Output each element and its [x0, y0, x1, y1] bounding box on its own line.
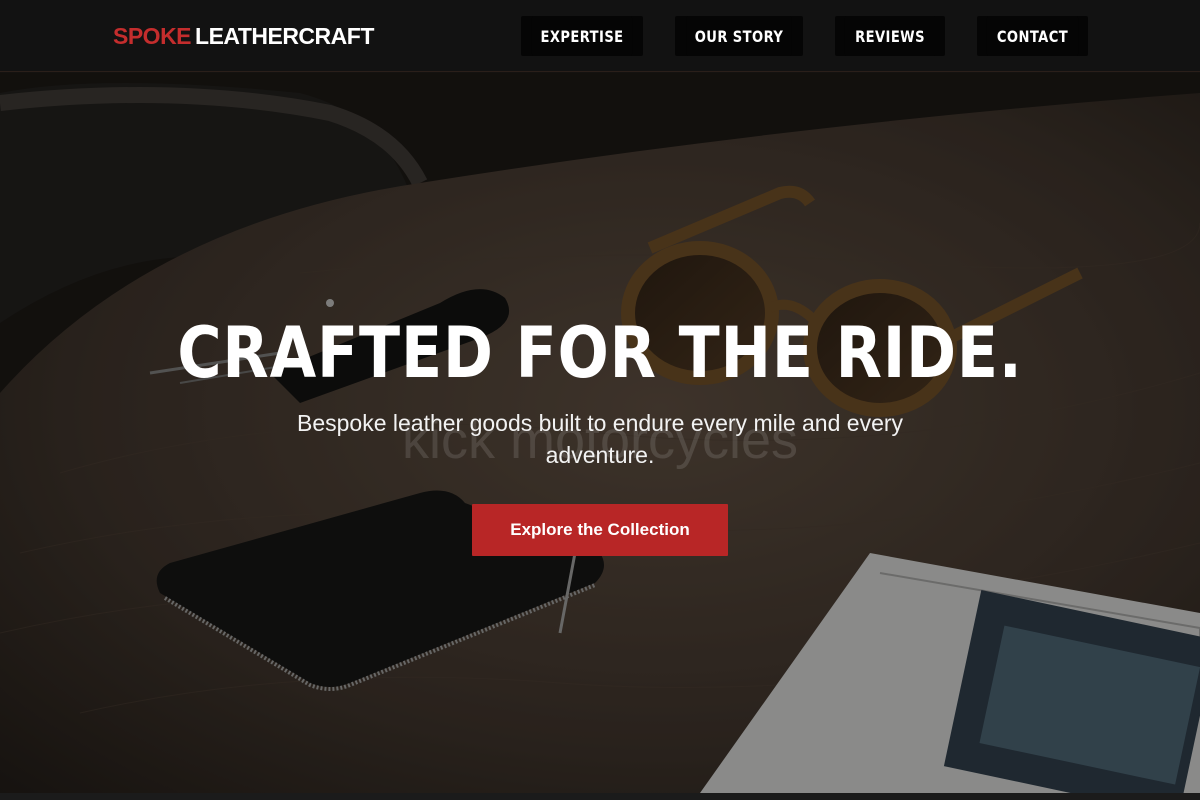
- bottom-edge: [0, 793, 1200, 800]
- nav-expertise[interactable]: EXPERTISE: [521, 16, 643, 56]
- nav-reviews[interactable]: REVIEWS: [835, 16, 945, 56]
- logo-spoke: SPOKE: [113, 23, 192, 49]
- nav-expertise-label: EXPERTISE: [531, 16, 633, 56]
- hero-content: CRAFTED FOR THE RIDE. Bespoke leather go…: [0, 313, 1200, 556]
- site-header: SPOKE LEATHERCRAFT EXPERTISE OUR STORY RE…: [0, 0, 1200, 72]
- nav-reviews-label: REVIEWS: [844, 16, 936, 56]
- hero-subtitle: Bespoke leather goods built to endure ev…: [296, 410, 904, 468]
- nav-our-story-label: OUR STORY: [686, 16, 792, 56]
- hero-title: CRAFTED FOR THE RIDE.: [177, 312, 1023, 394]
- nav-our-story[interactable]: OUR STORY: [675, 16, 803, 56]
- nav-contact-label: CONTACT: [986, 16, 1079, 56]
- logo-leathercraft: LEATHERCRAFT: [195, 23, 374, 49]
- nav-contact[interactable]: CONTACT: [977, 16, 1088, 56]
- explore-collection-button[interactable]: Explore the Collection: [472, 504, 728, 556]
- hero-section: kick motorcycles CRAFTED FOR THE RIDE. B…: [0, 73, 1200, 793]
- logo[interactable]: SPOKE LEATHERCRAFT: [113, 22, 374, 50]
